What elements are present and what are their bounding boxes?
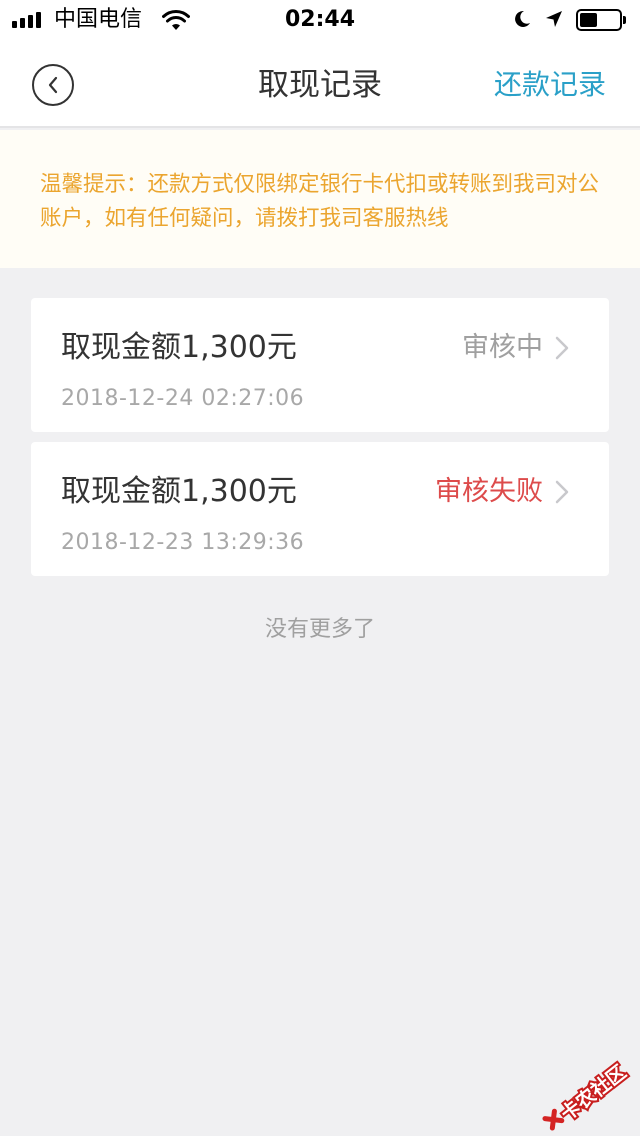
repayment-records-link[interactable]: 还款记录	[494, 64, 606, 106]
withdrawal-amount: 取现金额1,300元	[61, 474, 297, 509]
notice-text: 温馨提示：还款方式仅限绑定银行卡代扣或转账到我司对公账户，如有任何疑问，请拨打我…	[40, 172, 600, 231]
battery-icon	[576, 9, 626, 31]
status-bar: 中国电信 02:44	[0, 0, 640, 40]
notice-banner: 温馨提示：还款方式仅限绑定银行卡代扣或转账到我司对公账户，如有任何疑问，请拨打我…	[0, 130, 640, 268]
watermark-logo: 卡农社区	[542, 1058, 632, 1131]
withdrawal-datetime: 2018-12-24 02:27:06	[61, 386, 305, 411]
status-label: 审核中	[462, 332, 543, 363]
navigation-bar: 取现记录 还款记录	[0, 40, 640, 128]
svg-text:卡农社区: 卡农社区	[556, 1060, 630, 1125]
withdrawal-datetime: 2018-12-23 13:29:36	[61, 530, 305, 555]
withdrawal-record-item[interactable]: 取现金额1,300元 2018-12-23 13:29:36 审核失败	[31, 442, 609, 576]
end-of-list-text: 没有更多了	[264, 617, 375, 642]
location-arrow-icon	[546, 11, 562, 27]
chevron-right-icon	[555, 480, 569, 504]
status-label: 审核失败	[435, 476, 543, 507]
screen: 中国电信 02:44 取现记录 还款记录 温馨提示：还款方式仅限绑定银行卡代扣或…	[0, 0, 640, 1136]
chevron-right-icon	[555, 336, 569, 360]
moon-icon	[515, 10, 530, 27]
withdrawal-record-item[interactable]: 取现金额1,300元 2018-12-24 02:27:06 审核中	[31, 298, 609, 432]
withdrawal-amount: 取现金额1,300元	[61, 330, 297, 365]
